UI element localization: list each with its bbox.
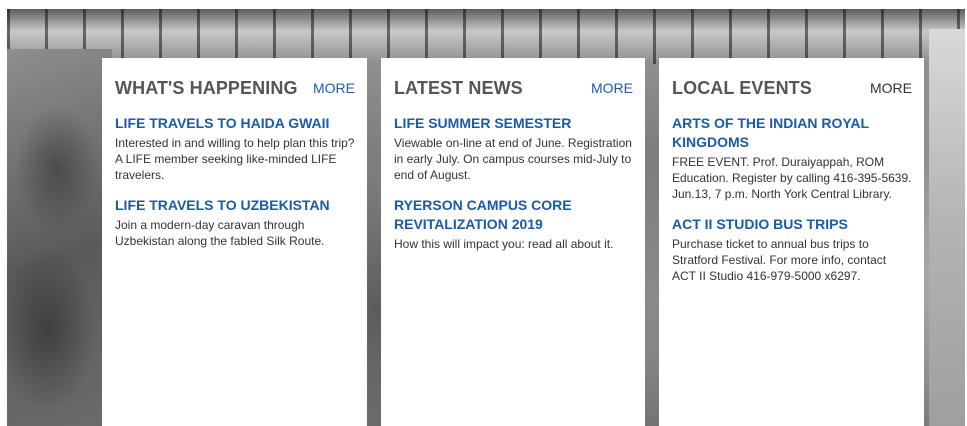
rock-left (7, 49, 112, 426)
panel-header: WHAT'S HAPPENING MORE (115, 75, 355, 101)
news-item: RYERSON CAMPUS CORE REVITALIZATION 2019 … (394, 196, 633, 252)
panel-header: LOCAL EVENTS MORE (672, 75, 912, 101)
rock-right (929, 29, 965, 426)
event-item-title-link[interactable]: ARTS OF THE INDIAN ROYAL KINGDOMS (672, 114, 912, 152)
more-link[interactable]: MORE (870, 80, 912, 96)
panel-title: LOCAL EVENTS (672, 77, 812, 98)
news-item: LIFE TRAVELS TO HAIDA GWAII Interested i… (115, 114, 355, 183)
panel-header: LATEST NEWS MORE (394, 75, 633, 101)
news-item-description: Join a modern-day caravan through Uzbeki… (115, 218, 325, 248)
news-item-title-link[interactable]: RYERSON CAMPUS CORE REVITALIZATION 2019 (394, 196, 633, 234)
more-link[interactable]: MORE (591, 80, 633, 96)
latest-news-panel: LATEST NEWS MORE LIFE SUMMER SEMESTER Vi… (381, 58, 645, 426)
whats-happening-panel: WHAT'S HAPPENING MORE LIFE TRAVELS TO HA… (102, 58, 367, 426)
news-item-description: How this will impact you: read all about… (394, 237, 614, 251)
news-item-title-link[interactable]: LIFE TRAVELS TO UZBEKISTAN (115, 196, 355, 215)
event-item-description: FREE EVENT. Prof. Duraiyappah, ROM Educa… (672, 155, 912, 201)
news-item: LIFE TRAVELS TO UZBEKISTAN Join a modern… (115, 196, 355, 249)
building-windows (7, 9, 965, 64)
event-item: ACT II STUDIO BUS TRIPS Purchase ticket … (672, 215, 912, 284)
local-events-panel: LOCAL EVENTS MORE ARTS OF THE INDIAN ROY… (659, 58, 924, 426)
news-item: LIFE SUMMER SEMESTER Viewable on-line at… (394, 114, 633, 183)
event-item-description: Purchase ticket to annual bus trips to S… (672, 237, 887, 283)
news-item-description: Viewable on-line at end of June. Registr… (394, 136, 632, 182)
event-item-title-link[interactable]: ACT II STUDIO BUS TRIPS (672, 215, 912, 234)
panel-title: LATEST NEWS (394, 77, 523, 98)
more-link[interactable]: MORE (313, 80, 355, 96)
news-item-title-link[interactable]: LIFE TRAVELS TO HAIDA GWAII (115, 114, 355, 133)
news-item-description: Interested in and willing to help plan t… (115, 136, 355, 182)
panel-title: WHAT'S HAPPENING (115, 77, 298, 98)
news-item-title-link[interactable]: LIFE SUMMER SEMESTER (394, 114, 633, 133)
event-item: ARTS OF THE INDIAN ROYAL KINGDOMS FREE E… (672, 114, 912, 202)
